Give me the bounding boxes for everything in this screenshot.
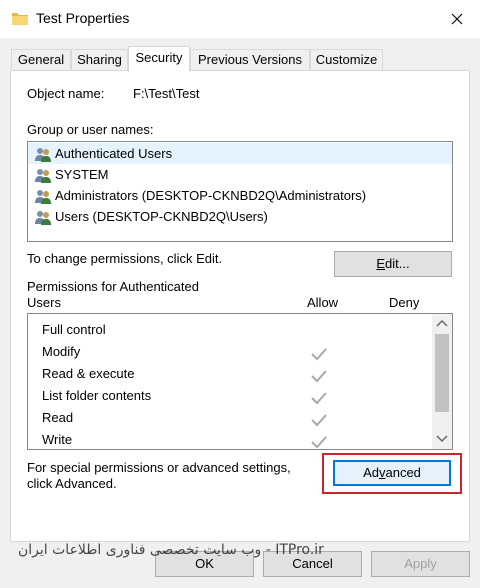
permissions-scrollbar[interactable] <box>432 314 452 449</box>
advanced-button-label-pre: Ad <box>363 465 379 480</box>
user-group-icon <box>35 169 51 183</box>
tab-label: Sharing <box>77 52 122 67</box>
close-button[interactable] <box>434 0 480 38</box>
tab-label: General <box>17 52 65 67</box>
tab-general[interactable]: General <box>11 49 71 71</box>
list-item-system[interactable]: SYSTEM <box>28 164 452 185</box>
permission-list-folder-contents: List folder contents <box>42 388 152 403</box>
allow-write-check-icon <box>311 436 327 449</box>
tab-customize[interactable]: Customize <box>310 49 383 71</box>
tab-previous-versions[interactable]: Previous Versions <box>190 49 310 71</box>
scroll-down-arrow-icon[interactable] <box>436 435 448 443</box>
edit-button-accelerator: E <box>376 256 386 271</box>
ok-button-label: OK <box>195 556 214 571</box>
permissions-title-line2: Users <box>27 295 61 310</box>
close-icon <box>451 13 463 25</box>
advanced-hint-line1: For special permissions or advanced sett… <box>27 460 291 475</box>
advanced-hint-line2: click Advanced. <box>27 476 117 491</box>
permission-modify: Modify <box>42 344 81 359</box>
tab-label: Customize <box>315 52 378 67</box>
list-item-label: Users (DESKTOP-CKNBD2Q\Users) <box>55 209 268 224</box>
scroll-up-arrow-icon[interactable] <box>436 319 448 327</box>
permissions-title-line1: Permissions for Authenticated <box>27 279 199 294</box>
edit-button-label-post: dit... <box>385 256 410 271</box>
list-item-users[interactable]: Users (DESKTOP-CKNBD2Q\Users) <box>28 206 452 227</box>
list-item-label: Authenticated Users <box>55 146 173 161</box>
cancel-button-label: Cancel <box>292 556 333 571</box>
tab-label: Security <box>135 50 183 65</box>
permission-write: Write <box>42 432 73 447</box>
permissions-list[interactable]: Full control Modify Read & execute List … <box>27 313 453 450</box>
user-group-icon <box>35 211 51 225</box>
permission-read-execute: Read & execute <box>42 366 135 381</box>
tab-security[interactable]: Security <box>128 46 190 72</box>
advanced-button-label-post: anced <box>385 465 421 480</box>
site-watermark: وب سایت تخصصی فناوری اطلاعات ایران - ITP… <box>18 542 324 558</box>
scroll-thumb[interactable] <box>435 334 449 412</box>
advanced-button[interactable]: Advanced <box>333 460 451 486</box>
edit-button[interactable]: Edit... <box>334 251 452 277</box>
apply-button-label: Apply <box>404 556 437 571</box>
permission-read: Read <box>42 410 74 425</box>
allow-column-header: Allow <box>307 295 339 310</box>
group-user-list[interactable]: Authenticated Users SYSTEM Administrator… <box>27 141 453 242</box>
group-names-label: Group or user names: <box>27 122 154 137</box>
list-item-authenticated-users[interactable]: Authenticated Users <box>28 143 452 164</box>
user-group-icon <box>35 148 51 162</box>
tab-sharing[interactable]: Sharing <box>71 49 128 71</box>
tab-label: Previous Versions <box>197 52 303 67</box>
allow-read-check-icon <box>311 414 327 427</box>
edit-hint: To change permissions, click Edit. <box>27 251 223 266</box>
permission-full-control: Full control <box>42 322 106 337</box>
list-item-label: Administrators (DESKTOP-CKNBD2Q\Administ… <box>55 188 367 203</box>
folder-icon <box>12 13 28 25</box>
allow-list-folder-check-icon <box>311 392 327 405</box>
list-item-administrators[interactable]: Administrators (DESKTOP-CKNBD2Q\Administ… <box>28 185 452 206</box>
list-item-label: SYSTEM <box>55 167 109 182</box>
object-name-label: Object name: <box>27 86 105 101</box>
window-title: Test Properties <box>36 10 130 26</box>
object-name-value: F:\Test\Test <box>133 86 200 101</box>
allow-read-execute-check-icon <box>311 370 327 383</box>
user-group-icon <box>35 190 51 204</box>
apply-button[interactable]: Apply <box>371 551 470 577</box>
title-bar: Test Properties <box>0 0 480 38</box>
deny-column-header: Deny <box>389 295 420 310</box>
allow-modify-check-icon <box>311 348 327 361</box>
